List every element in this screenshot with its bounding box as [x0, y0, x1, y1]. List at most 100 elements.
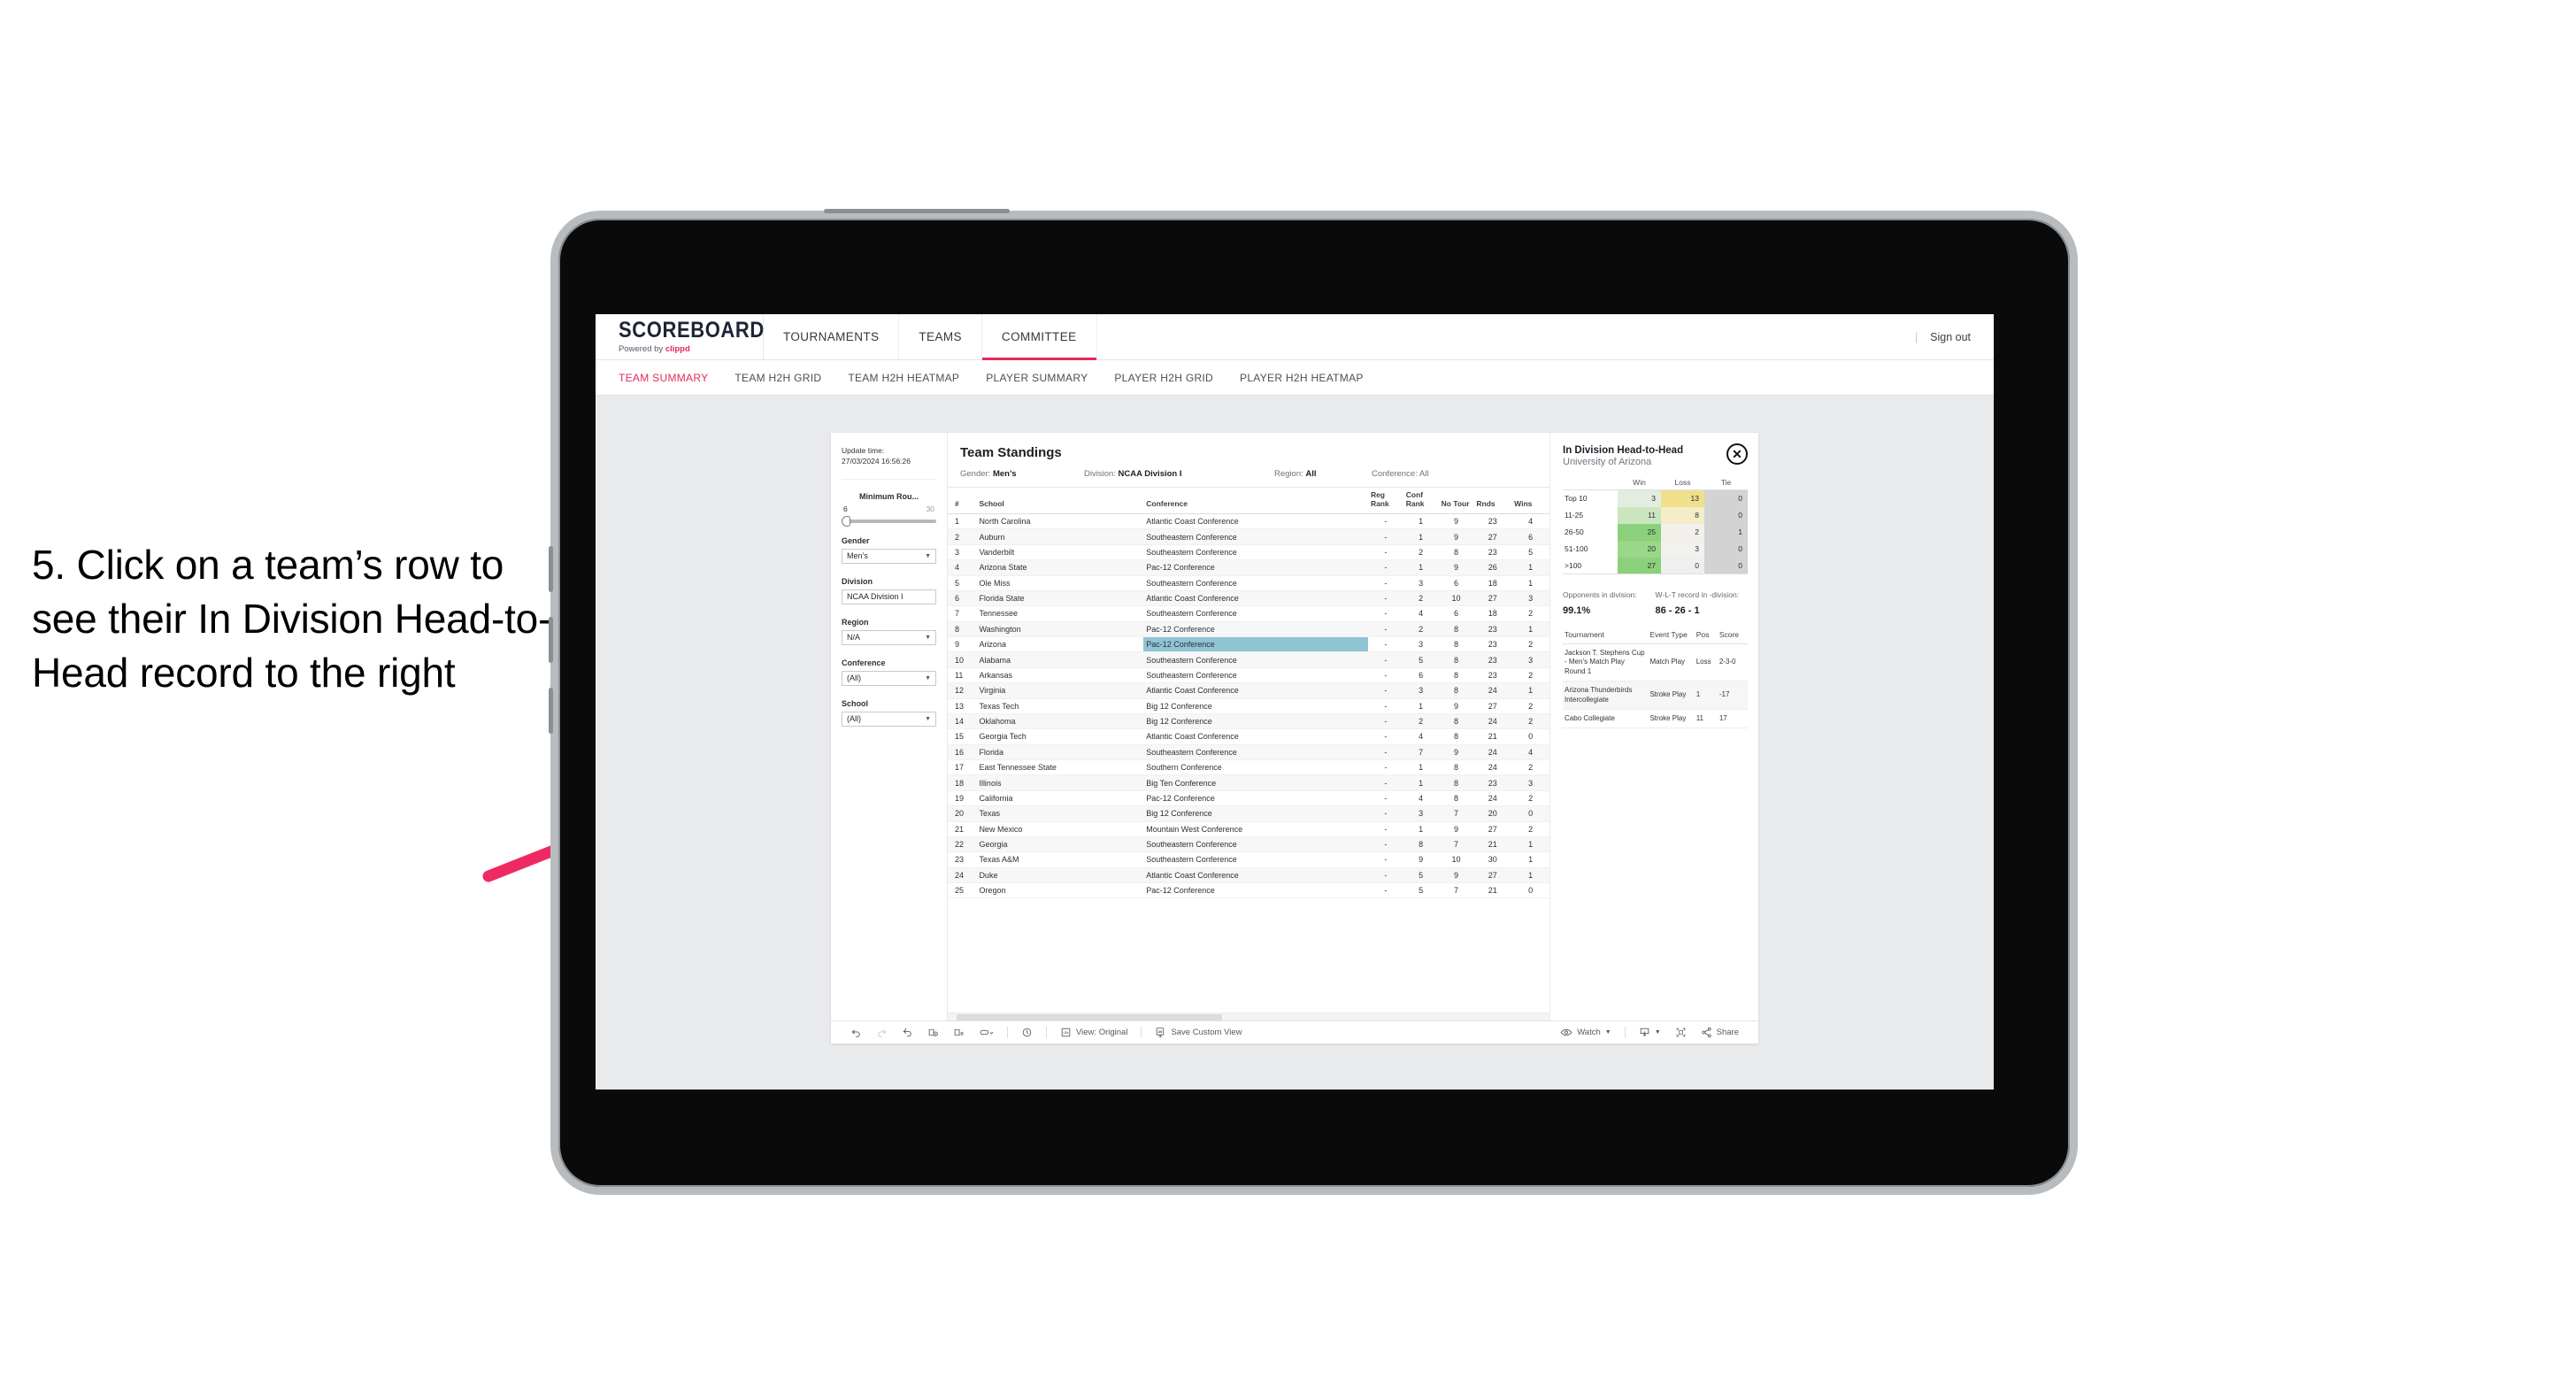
table-row[interactable]: 1 North Carolina Atlantic Coast Conference…: [948, 513, 1549, 530]
cell-no-tour: 8: [1438, 636, 1474, 653]
table-row[interactable]: 16 Florida Southeastern Conference -7 9 24 4: [948, 744, 1549, 761]
cell-conf-rank: 1: [1403, 759, 1439, 776]
revert-icon[interactable]: [895, 1027, 920, 1038]
cell-rank: 18: [948, 774, 977, 791]
table-row[interactable]: 17 East Tennessee State Southern Conferenc…: [948, 759, 1549, 776]
table-row[interactable]: 6 Florida State Atlantic Coast Conference -…: [948, 590, 1549, 607]
tournament-row[interactable]: Arizona Thunderbirds Intercollegiate Stro…: [1563, 681, 1748, 710]
download-icon[interactable]: ▼: [1632, 1027, 1668, 1038]
col-wins[interactable]: Wins: [1511, 488, 1549, 515]
scrollbar-thumb[interactable]: [957, 1014, 1222, 1020]
tab-team-summary[interactable]: TEAM SUMMARY: [619, 372, 708, 384]
filter-school-select[interactable]: (All) ▼: [842, 711, 936, 727]
table-row[interactable]: 23 Texas A&M Southeastern Conference -9 10 30…: [948, 851, 1549, 868]
tab-team-h2h-heatmap[interactable]: TEAM H2H HEATMAP: [848, 372, 959, 384]
filter-division-value: NCAA Division I: [847, 592, 904, 602]
table-row[interactable]: 25 Oregon Pac-12 Conference -5 7 21 0: [948, 882, 1549, 899]
table-row[interactable]: 12 Virginia Atlantic Coast Conference -3 8 24…: [948, 682, 1549, 699]
table-row[interactable]: 3 Vanderbilt Southeastern Conference -2 8 23 5: [948, 544, 1549, 561]
table-row[interactable]: 14 Oklahoma Big 12 Conference -2 8 24 2: [948, 713, 1549, 730]
table-row[interactable]: 9 Arizona Pac-12 Conference -3 8 23 2: [948, 636, 1549, 653]
cell-conf-rank: 3: [1403, 575, 1439, 591]
table-row[interactable]: 19 California Pac-12 Conference -4 8 24 2: [948, 790, 1549, 807]
col-conf-rank[interactable]: Conf Rank: [1403, 488, 1439, 515]
filter-gender-select[interactable]: Men’s ▼: [842, 548, 936, 564]
brand-logo[interactable]: SCOREBOARD Powered by clippd: [596, 314, 764, 359]
pause-updates-icon[interactable]: [946, 1027, 972, 1038]
share-button[interactable]: Share: [1694, 1027, 1746, 1038]
table-row[interactable]: 10 Alabama Southeastern Conference -5 8 23 3: [948, 651, 1549, 668]
dashboard-card: Update time: 27/03/2024 16:56:26 Minimum…: [831, 433, 1758, 1043]
shape-icon[interactable]: [972, 1027, 1001, 1038]
col-rnds[interactable]: Rnds: [1473, 488, 1512, 515]
redo-icon[interactable]: [869, 1027, 895, 1038]
tab-player-h2h-grid[interactable]: PLAYER H2H GRID: [1114, 372, 1213, 384]
cell-conf-rank: 5: [1403, 882, 1439, 899]
filter-division-select[interactable]: NCAA Division I: [842, 589, 936, 604]
table-row[interactable]: 13 Texas Tech Big 12 Conference -1 9 27 2: [948, 698, 1549, 714]
nav-item-committee[interactable]: COMMITTEE: [981, 314, 1097, 360]
table-row[interactable]: 5 Ole Miss Southeastern Conference -3 6 18 1: [948, 575, 1549, 591]
horizontal-scrollbar[interactable]: [948, 1013, 1549, 1020]
table-row[interactable]: 7 Tennessee Southeastern Conference -4 6 18 2: [948, 605, 1549, 622]
cell-no-tour: 9: [1438, 513, 1474, 530]
table-row[interactable]: 22 Georgia Southeastern Conference -8 7 21 1: [948, 836, 1549, 853]
table-row[interactable]: 18 Illinois Big Ten Conference -1 8 23 3: [948, 774, 1549, 791]
signout-link[interactable]: Sign out: [1930, 331, 1971, 343]
table-row[interactable]: 2 Auburn Southeastern Conference -1 9 27 6: [948, 528, 1549, 545]
team-standings-panel: Team Standings Gender: Men’s Division: N…: [948, 433, 1549, 1020]
cell-conf-rank: 1: [1403, 528, 1439, 545]
cell-wins: 0: [1511, 805, 1549, 822]
col-school[interactable]: School: [976, 488, 1144, 515]
device-side-button: [549, 688, 553, 734]
col-rank[interactable]: #: [948, 488, 977, 515]
nav-item-teams[interactable]: TEAMS: [899, 314, 982, 359]
fullscreen-icon[interactable]: [1668, 1027, 1694, 1038]
cell-reg-rank: -: [1367, 805, 1403, 822]
table-row[interactable]: 4 Arizona State Pac-12 Conference -1 9 26 1: [948, 559, 1549, 576]
slider-track[interactable]: [842, 515, 936, 527]
cell-no-tour: 8: [1438, 621, 1474, 638]
cell-wins: 1: [1511, 621, 1549, 638]
col-no-tour[interactable]: No Tour: [1438, 488, 1474, 515]
table-row[interactable]: 11 Arkansas Southeastern Conference -6 8 23 2: [948, 667, 1549, 684]
cell-no-tour: 8: [1438, 544, 1474, 561]
tab-player-summary[interactable]: PLAYER SUMMARY: [986, 372, 1088, 384]
chevron-down-icon: ▼: [925, 674, 931, 681]
watch-button[interactable]: Watch ▼: [1553, 1027, 1619, 1038]
view-original-button[interactable]: View: Original: [1053, 1027, 1134, 1038]
close-icon[interactable]: ✕: [1726, 443, 1748, 465]
standings-table-scroll[interactable]: # School Conference Reg Rank Conf Rank N…: [948, 488, 1549, 1013]
nav-item-tournaments[interactable]: TOURNAMENTS: [764, 314, 900, 359]
filter-conference-select[interactable]: (All) ▼: [842, 670, 936, 686]
tab-player-h2h-heatmap[interactable]: PLAYER H2H HEATMAP: [1240, 372, 1364, 384]
col-reg-rank[interactable]: Reg Rank: [1367, 488, 1403, 515]
cell-reg-rank: -: [1367, 513, 1403, 530]
col-score: Score: [1717, 630, 1748, 644]
table-row[interactable]: 8 Washington Pac-12 Conference -2 8 23 1: [948, 621, 1549, 638]
table-row[interactable]: 21 New Mexico Mountain West Conference -1 9 2…: [948, 821, 1549, 837]
undo-icon[interactable]: [843, 1027, 869, 1038]
viz-toolbar: View: Original Save Custom View Watch ▼: [831, 1020, 1758, 1043]
cell-wins: 3: [1511, 774, 1549, 791]
table-row[interactable]: 24 Duke Atlantic Coast Conference -5 9 27 1: [948, 867, 1549, 884]
tournament-row[interactable]: Cabo Collegiate Stroke Play 11 17: [1563, 709, 1748, 729]
cell-rank: 19: [948, 790, 977, 807]
table-row[interactable]: 15 Georgia Tech Atlantic Coast Conference -…: [948, 728, 1549, 745]
cell-rank: 15: [948, 728, 977, 745]
pause-auto-update-icon[interactable]: [1014, 1027, 1040, 1038]
tournament-row[interactable]: Jackson T. Stephens Cup - Men’s Match Pl…: [1563, 643, 1748, 682]
toolbar-divider: [1141, 1027, 1142, 1038]
cell-conference: Atlantic Coast Conference: [1143, 590, 1368, 607]
tab-team-h2h-grid[interactable]: TEAM H2H GRID: [734, 372, 821, 384]
refresh-data-icon[interactable]: [920, 1027, 946, 1038]
chevron-down-icon: ▼: [1604, 1029, 1611, 1036]
table-row[interactable]: 20 Texas Big 12 Conference -3 7 20 0: [948, 805, 1549, 822]
cell-school: Oregon: [976, 882, 1144, 899]
slider-handle[interactable]: [842, 515, 850, 527]
cell-school: Oklahoma: [976, 713, 1144, 730]
cell-reg-rank: -: [1367, 636, 1403, 653]
col-conference[interactable]: Conference: [1143, 488, 1368, 515]
save-custom-view-button[interactable]: Save Custom View: [1148, 1027, 1249, 1038]
filter-region-select[interactable]: N/A ▼: [842, 629, 936, 645]
